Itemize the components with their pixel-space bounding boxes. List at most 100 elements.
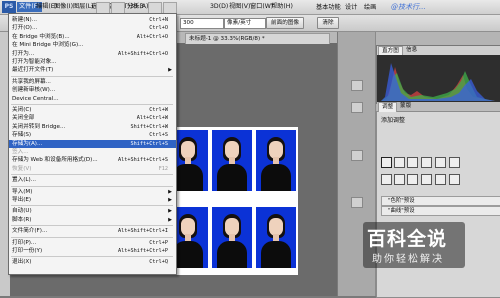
layers-panel-icon[interactable] — [351, 150, 363, 161]
menu-item-shortcut: Ctrl+Q — [149, 259, 168, 266]
menu-item-shortcut: Alt+Ctrl+O — [136, 33, 168, 40]
watermark-title: 百科全说 — [367, 228, 448, 250]
channels-panel-icon[interactable] — [351, 197, 363, 208]
file-menu-item[interactable]: 置入(L)... — [9, 176, 176, 184]
curves-icon[interactable] — [435, 157, 446, 168]
id-photo — [256, 207, 296, 268]
channel-mixer-icon[interactable] — [421, 174, 432, 185]
file-menu-item[interactable]: 关闭并转到 Bridge... Shift+Ctrl+W — [9, 123, 176, 131]
file-menu-item[interactable]: 在 Mini Bridge 中浏览(G)... — [9, 41, 176, 49]
menu-item-label: 在 Bridge 中浏览(B)... — [12, 33, 70, 40]
menu-item-label: 导入(M) — [12, 188, 33, 195]
menu-item-label: 自动(U) — [12, 208, 32, 215]
file-menu-item[interactable]: 在 Bridge 中浏览(B)... Alt+Ctrl+O — [9, 33, 176, 41]
menu-item-label: Device Central... — [12, 95, 59, 102]
histogram-graph — [377, 55, 500, 103]
resolution-field[interactable]: 300 — [180, 18, 224, 29]
file-menu-item[interactable]: Device Central... — [9, 95, 176, 103]
submenu-arrow-icon: ▶ — [168, 216, 172, 223]
file-menu-item[interactable]: 导出(E) ▶ — [9, 196, 176, 204]
clear-button[interactable]: 清除 — [317, 17, 339, 29]
file-menu-item[interactable]: 存储(S) Ctrl+S — [9, 131, 176, 139]
vibrance-icon[interactable] — [381, 157, 392, 168]
file-menu-item[interactable]: 退出(X) Ctrl+Q — [9, 258, 176, 266]
resolution-unit-select[interactable]: 像素/英寸 — [224, 18, 266, 29]
menu-item-label: 退出(X) — [12, 259, 32, 266]
menu-separator — [11, 104, 173, 105]
adjustments-title: 添加调整 — [381, 117, 406, 124]
submenu-arrow-icon: ▶ — [168, 197, 172, 203]
zoom-level[interactable]: 33.3 — [128, 2, 146, 12]
watermark-subtitle: 助你轻松解决 — [372, 254, 444, 265]
menu-item-label: 打开为... — [12, 50, 35, 57]
menu-item-label: 恢复(V) — [12, 165, 32, 172]
file-menu-item[interactable]: 自动(U) ▶ — [9, 207, 176, 215]
menu-item-label: 导出(E) — [12, 197, 32, 203]
history-panel-icon[interactable] — [351, 102, 363, 113]
file-menu-item[interactable]: 共享我的屏幕... — [9, 78, 176, 86]
tab-info[interactable]: 信息 — [403, 46, 420, 55]
invert-icon[interactable] — [435, 174, 446, 185]
menu-separator — [11, 185, 173, 187]
brightness-icon[interactable] — [407, 157, 418, 168]
file-menu-item[interactable]: 存储为 Web 和设备所用格式(D)... Alt+Shift+Ctrl+S — [9, 156, 176, 164]
brush-panel-icon[interactable] — [351, 80, 363, 91]
black-white-icon[interactable] — [394, 174, 405, 185]
menu-item-label: 打开为智能对象... — [12, 59, 57, 65]
menu-item-shortcut: Alt+Shift+Ctrl+S — [118, 157, 168, 164]
hue-saturation-icon[interactable] — [394, 157, 405, 168]
menu-item-label: 存储为(A)... — [12, 140, 43, 147]
id-photo — [212, 207, 252, 268]
file-menu-item[interactable]: 打开为... Alt+Shift+Ctrl+O — [9, 50, 176, 58]
file-menu-item: 签入... — [9, 148, 176, 156]
menu-item-label: 最近打开文件(T) — [12, 67, 54, 74]
file-menu-item[interactable]: 新建(N)... Ctrl+N — [9, 16, 176, 24]
submenu-arrow-icon: ▶ — [168, 188, 172, 195]
photoshop-logo: PS — [2, 1, 16, 13]
file-menu-item[interactable]: 文件简介(F)... Alt+Shift+Ctrl+I — [9, 227, 176, 235]
workspace-painting[interactable]: 绘画 — [364, 2, 376, 11]
levels-preset[interactable]: "色阶"预设 — [381, 196, 500, 206]
workspace-design[interactable]: 设计 — [345, 2, 357, 11]
file-menu-item[interactable]: 打印(P)... Ctrl+P — [9, 239, 176, 247]
levels-icon[interactable] — [421, 157, 432, 168]
file-menu-item[interactable]: 打开(O)... Ctrl+O — [9, 24, 176, 32]
document-tab[interactable]: 未标题-1 @ 33.3%(RGB/8) * — [185, 33, 330, 44]
file-menu-item[interactable]: 打印一份(Y) Alt+Shift+Ctrl+P — [9, 247, 176, 255]
file-menu-item[interactable]: 打开为智能对象... — [9, 58, 176, 66]
tab-masks[interactable]: 蒙版 — [397, 102, 414, 111]
file-menu-item[interactable]: 创建新审核(W)... — [9, 86, 176, 94]
menu-item-shortcut: Alt+Ctrl+W — [136, 115, 168, 122]
menu-item-shortcut: Ctrl+S — [149, 132, 168, 139]
menu-item-label: 存储(S) — [12, 132, 32, 139]
curves-preset[interactable]: "曲线"预设 — [381, 206, 500, 216]
gradient-map-icon[interactable] — [449, 174, 460, 185]
menu-item-shortcut: Ctrl+N — [149, 17, 168, 23]
file-menu-item[interactable]: 存储为(A)... Shift+Ctrl+S — [9, 139, 176, 148]
file-menu-item[interactable]: 关闭全部 Alt+Ctrl+W — [9, 114, 176, 122]
color-balance-icon[interactable] — [381, 174, 392, 185]
menu-item-label: 存储为 Web 和设备所用格式(D)... — [12, 157, 98, 164]
menu-item-label: 签入... — [12, 149, 29, 155]
menu-item-label: 打印(P)... — [12, 239, 37, 246]
tab-adjustments[interactable]: 调整 — [378, 102, 398, 112]
submenu-arrow-icon: ▶ — [168, 208, 172, 215]
front-image-button[interactable]: 前面的图像 — [266, 17, 304, 29]
file-menu-item[interactable]: 最近打开文件(T) ▶ — [9, 66, 176, 74]
file-menu-item[interactable]: 脚本(R) ▶ — [9, 216, 176, 224]
menu-item-label: 文件简介(F)... — [12, 228, 48, 235]
menu-separator — [11, 174, 173, 176]
menu-item-label: 关闭并转到 Bridge... — [12, 123, 66, 130]
menu-item-shortcut: Shift+Ctrl+W — [130, 123, 168, 130]
menu-separator — [11, 236, 173, 238]
menu-item-label: 创建新审核(W)... — [12, 87, 56, 94]
photo-filter-icon[interactable] — [407, 174, 418, 185]
menu-item-label: 新建(N)... — [12, 17, 38, 23]
workspace-essentials[interactable]: 基本功能 — [316, 2, 341, 11]
menu-10[interactable]: 帮助(H) — [269, 2, 295, 12]
file-menu-item[interactable]: 导入(M) ▶ — [9, 188, 176, 196]
file-menu-item[interactable]: 关闭(C) Ctrl+W — [9, 106, 176, 114]
menu-item-shortcut: Alt+Shift+Ctrl+I — [118, 228, 168, 235]
exposure-icon[interactable] — [449, 157, 460, 168]
histogram-panel-tabs: 直方图 信息 — [377, 46, 500, 56]
